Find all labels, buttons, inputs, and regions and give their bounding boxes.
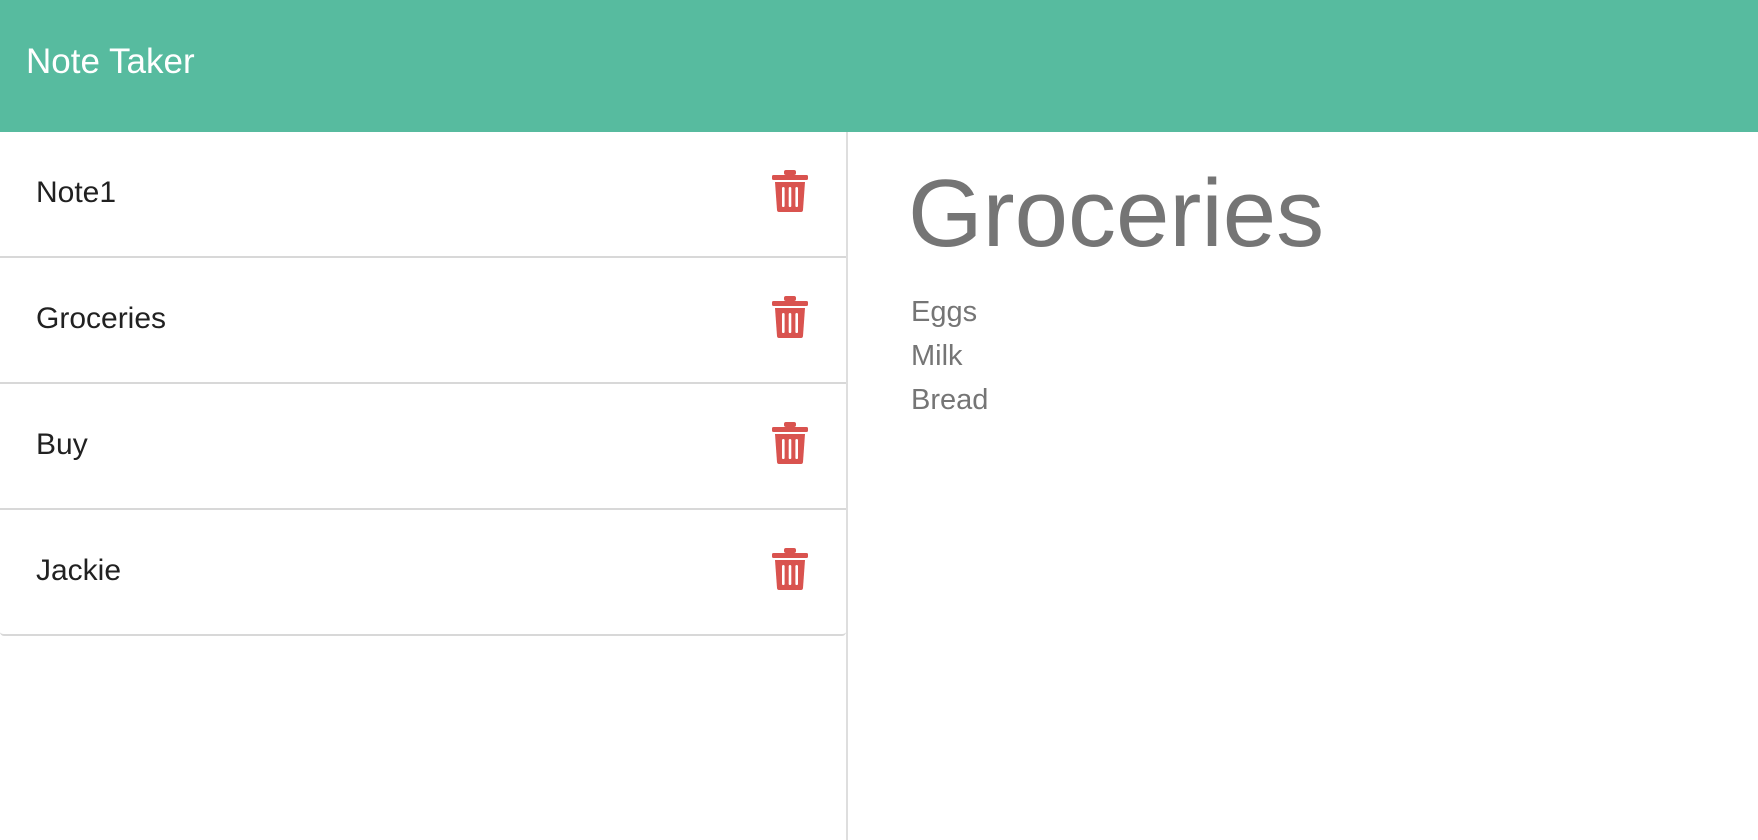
note-view-title: Groceries [908, 160, 1325, 267]
note-list: Note1 Groceries Buy Jackie [0, 132, 846, 636]
note-line: Eggs [911, 296, 978, 328]
trash-icon[interactable] [772, 296, 808, 338]
delete-note-button[interactable] [772, 296, 808, 338]
note-line: Milk [911, 340, 963, 372]
note-title[interactable]: Jackie [36, 551, 121, 591]
delete-note-button[interactable] [772, 422, 808, 464]
note-title[interactable]: Groceries [36, 299, 166, 339]
trash-icon[interactable] [772, 170, 808, 212]
navbar: Note Taker [0, 0, 1758, 132]
note-view-body: Eggs Milk Bread [911, 290, 988, 422]
trash-icon[interactable] [772, 548, 808, 590]
notes-sidebar: Note1 Groceries Buy Jackie [0, 132, 848, 840]
note-title[interactable]: Note1 [36, 173, 116, 213]
app-title[interactable]: Note Taker [26, 38, 195, 86]
list-item[interactable]: Jackie [0, 510, 846, 636]
note-line: Bread [911, 384, 989, 416]
list-item[interactable]: Buy [0, 384, 846, 510]
delete-note-button[interactable] [772, 170, 808, 212]
note-view: Groceries Eggs Milk Bread [848, 132, 1758, 840]
list-item[interactable]: Note1 [0, 132, 846, 258]
list-item[interactable]: Groceries [0, 258, 846, 384]
note-title[interactable]: Buy [36, 425, 88, 465]
trash-icon[interactable] [772, 422, 808, 464]
delete-note-button[interactable] [772, 548, 808, 590]
